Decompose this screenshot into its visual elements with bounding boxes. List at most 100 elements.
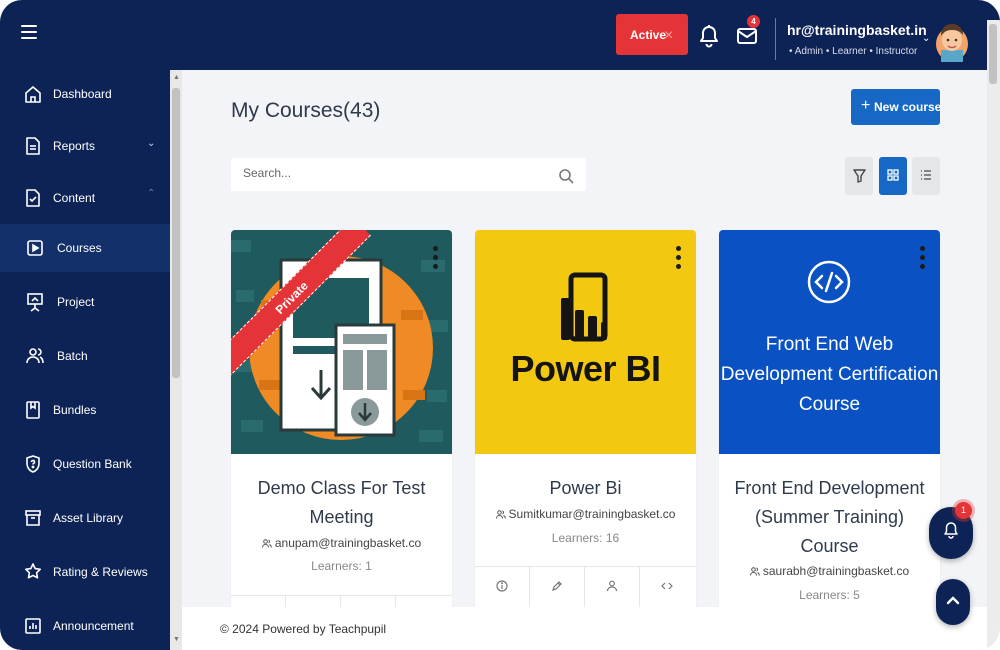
status-toggle[interactable]: Active × <box>616 14 688 55</box>
grid-icon <box>887 169 899 181</box>
course-author: anupam@trainingbasket.co <box>231 536 452 550</box>
more-options-icon[interactable] <box>433 246 439 274</box>
sidebar-item-label: Project <box>57 295 95 309</box>
page-title: My Courses(43) <box>231 99 381 122</box>
sidebar-item-rating-reviews[interactable]: Rating & Reviews <box>0 548 170 596</box>
bookmark-icon <box>26 401 40 419</box>
course-thumbnail[interactable]: Front End Web Development Certification … <box>719 230 940 454</box>
page-scrollbar[interactable] <box>987 20 1000 650</box>
sidebar-item-label: Question Bank <box>53 457 132 471</box>
scroll-down-icon[interactable]: ▼ <box>173 636 180 643</box>
course-card[interactable]: Front End Web Development Certification … <box>719 230 940 610</box>
author-email: Sumitkumar@trainingbasket.co <box>508 507 676 521</box>
footer-text: © 2024 Powered by Teachpupil <box>220 622 387 636</box>
filter-button[interactable] <box>845 157 873 195</box>
sidebar-item-announcement[interactable]: Announcement <box>0 602 170 650</box>
course-thumbnail[interactable]: Private <box>231 230 452 454</box>
home-icon <box>25 86 41 103</box>
search-input[interactable] <box>243 166 543 180</box>
report-icon <box>26 137 40 155</box>
status-label: Active <box>630 28 667 42</box>
embed-button[interactable] <box>640 567 695 607</box>
user-icon <box>606 580 618 592</box>
course-title[interactable]: Front End Development (Summer Training) … <box>729 474 930 561</box>
sidebar-item-label: Content <box>53 191 96 205</box>
top-header: Active × 4 hr@trainingbasket.in • Admin … <box>0 0 1000 70</box>
sidebar-item-label: Reports <box>53 139 96 153</box>
users-icon <box>749 567 760 576</box>
info-button[interactable] <box>475 567 530 607</box>
new-course-button[interactable]: + New course <box>851 89 942 125</box>
sidebar-item-reports[interactable]: Reports ⌄ <box>0 122 170 170</box>
user-email[interactable]: hr@trainingbasket.in <box>787 22 927 38</box>
search-icon[interactable] <box>558 168 574 184</box>
edit-button[interactable] <box>530 567 585 607</box>
users-icon <box>261 539 272 548</box>
announcement-icon <box>25 618 41 634</box>
list-icon <box>921 170 931 180</box>
sidebar-item-dashboard[interactable]: Dashboard <box>0 70 170 118</box>
learner-count: Learners: 1 <box>311 559 372 573</box>
mail-icon[interactable] <box>736 26 758 46</box>
menu-icon[interactable] <box>21 25 37 39</box>
info-icon <box>496 580 508 592</box>
users-icon <box>495 510 506 519</box>
users-icon <box>26 348 44 364</box>
course-card[interactable]: Power BI Power Bi Sumitkumar@trainingbas… <box>475 230 696 610</box>
code-icon <box>661 582 673 590</box>
user-roles: • Admin • Learner • Instructor <box>789 46 918 57</box>
sidebar-item-label: Asset Library <box>53 511 124 525</box>
edit-icon <box>552 581 562 591</box>
close-icon[interactable]: × <box>664 28 678 44</box>
sidebar-item-content[interactable]: Content ⌃ <box>0 174 170 222</box>
thumbnail-text: Front End Web Development Certification … <box>720 334 939 415</box>
sidebar-scrollbar[interactable]: ▲ ▼ <box>170 70 182 650</box>
star-icon <box>25 563 41 579</box>
sidebar-item-project[interactable]: Project <box>0 278 170 326</box>
content-icon <box>26 189 40 207</box>
play-square-icon <box>27 240 43 256</box>
search-box <box>231 158 586 191</box>
new-course-label: New course <box>874 100 942 114</box>
avatar[interactable] <box>935 16 969 62</box>
sidebar-item-label: Courses <box>57 241 102 255</box>
mail-count-badge: 4 <box>747 15 760 28</box>
sidebar-item-question-bank[interactable]: Question Bank <box>0 440 170 488</box>
sidebar-item-asset-library[interactable]: Asset Library <box>0 494 170 542</box>
scroll-up-icon[interactable]: ▲ <box>173 74 180 81</box>
sidebar-item-label: Batch <box>57 349 88 363</box>
more-options-icon[interactable] <box>676 246 682 274</box>
chevron-up-icon[interactable]: ⌃ <box>147 188 155 199</box>
scrollbar-thumb[interactable] <box>172 88 180 378</box>
course-thumbnail[interactable]: Power BI <box>475 230 696 454</box>
sidebar: Dashboard Reports ⌄ Content ⌃ Courses Pr… <box>0 70 170 650</box>
list-view-button[interactable] <box>912 157 940 195</box>
filter-icon <box>853 169 866 183</box>
notification-count-badge: 1 <box>955 502 972 519</box>
shield-question-icon <box>26 455 40 473</box>
assign-button[interactable] <box>585 567 640 607</box>
archive-icon <box>25 510 41 526</box>
sidebar-item-bundles[interactable]: Bundles <box>0 386 170 434</box>
sidebar-item-courses[interactable]: Courses <box>0 224 170 272</box>
scrollbar-thumb[interactable] <box>989 24 997 84</box>
more-options-icon[interactable] <box>920 246 926 274</box>
course-card[interactable]: Private Demo Class For Test Meeting anup… <box>231 230 452 610</box>
grid-view-button[interactable] <box>879 157 907 195</box>
sidebar-item-label: Dashboard <box>53 87 112 101</box>
sidebar-item-batch[interactable]: Batch <box>0 332 170 380</box>
bell-icon[interactable] <box>698 24 720 48</box>
scroll-to-top-button[interactable] <box>936 579 970 625</box>
author-email: anupam@trainingbasket.co <box>274 536 422 550</box>
course-title[interactable]: Power Bi <box>485 474 686 503</box>
author-email: saurabh@trainingbasket.co <box>762 564 910 578</box>
chevron-down-icon[interactable]: ⌄ <box>147 138 155 149</box>
course-author: Sumitkumar@trainingbasket.co <box>475 507 696 521</box>
course-title[interactable]: Demo Class For Test Meeting <box>241 474 442 532</box>
sidebar-item-label: Announcement <box>53 619 134 633</box>
course-author: saurabh@trainingbasket.co <box>719 564 940 578</box>
code-circle-icon <box>807 260 851 304</box>
sidebar-item-label: Rating & Reviews <box>53 565 148 579</box>
chevron-down-icon[interactable]: ⌄ <box>922 33 930 44</box>
app-window: Active × 4 hr@trainingbasket.in • Admin … <box>0 0 1000 650</box>
